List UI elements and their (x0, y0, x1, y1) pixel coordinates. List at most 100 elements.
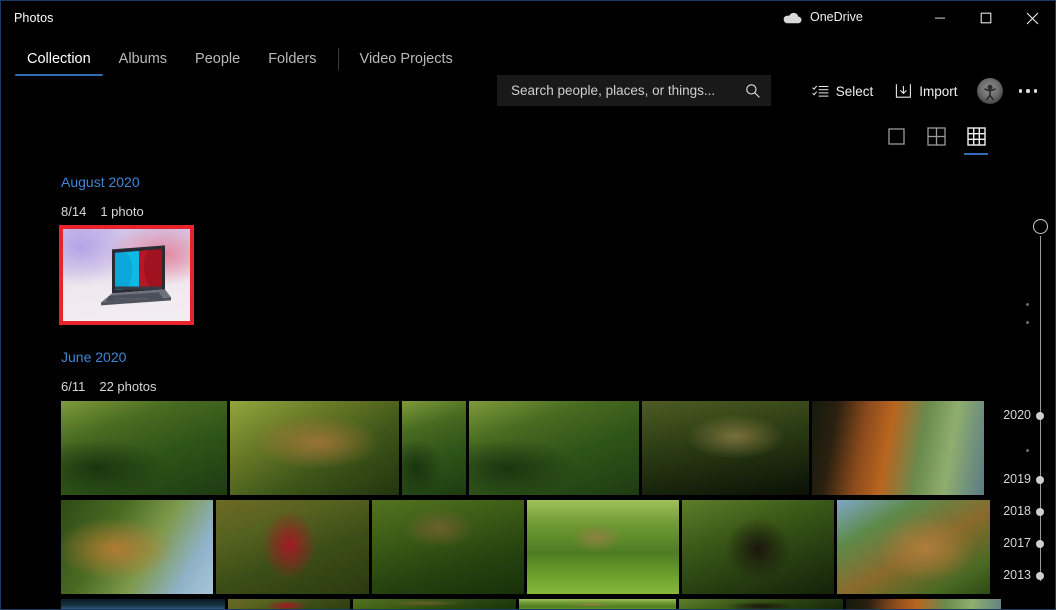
onedrive-status[interactable]: OneDrive (783, 10, 863, 24)
group-count: 1 photo (100, 204, 144, 219)
laptop-photo (63, 229, 190, 321)
import-label: Import (919, 83, 958, 99)
cloud-icon (783, 11, 802, 24)
nav-tabs: Collection Albums People Folders Video P… (13, 37, 467, 81)
photo-row (61, 500, 990, 594)
search-box[interactable] (497, 75, 771, 106)
photo-thumbnail[interactable] (61, 401, 227, 495)
group-header-august-2020[interactable]: August 2020 (61, 174, 140, 190)
onedrive-label: OneDrive (810, 10, 863, 24)
photo-thumbnail[interactable] (642, 401, 809, 495)
import-button[interactable]: Import (884, 75, 968, 107)
treehouse-cabin-4 (469, 401, 639, 495)
timeline-minor-tick (1026, 321, 1029, 324)
tab-albums-label: Albums (118, 51, 168, 67)
treehouse-hut-5 (642, 401, 809, 495)
group-header-june-2020[interactable]: June 2020 (61, 349, 126, 365)
photo-thumbnail[interactable] (812, 401, 984, 495)
app-title: Photos (14, 11, 54, 25)
timeline-year-label[interactable]: 2017 (1003, 536, 1031, 550)
timeline-marker-dot[interactable] (1036, 572, 1045, 580)
nine-square-grid-icon (966, 126, 986, 146)
photo-thumbnail[interactable] (216, 500, 369, 594)
group-date: 8/14 (61, 204, 87, 219)
import-tray-icon (895, 83, 912, 99)
group-count: 22 photos (99, 379, 157, 394)
tab-video-projects[interactable]: Video Projects (346, 37, 467, 81)
close-button[interactable] (1009, 1, 1055, 35)
title-bar: Photos OneDrive (1, 1, 1055, 37)
group-date: 6/11 (61, 379, 86, 394)
avatar[interactable] (976, 78, 1003, 104)
search-icon[interactable] (745, 83, 761, 99)
command-bar-actions: Select Import (801, 75, 1049, 107)
medium-view-button[interactable] (923, 123, 949, 149)
photo-thumbnail[interactable] (682, 500, 834, 594)
treehouse-partial-17 (679, 599, 843, 609)
timeline-year-label[interactable]: 2013 (1003, 568, 1031, 582)
select-list-icon (811, 84, 829, 99)
photo-thumbnail[interactable] (679, 599, 843, 609)
timeline-marker-dot[interactable] (1036, 412, 1045, 420)
tab-folders[interactable]: Folders (254, 37, 330, 81)
view-size-toggles (883, 123, 989, 155)
tab-people-label: People (195, 51, 241, 67)
maximize-button[interactable] (963, 1, 1009, 35)
timeline-marker-dot[interactable] (1036, 540, 1045, 548)
treehouse-cabin-3 (402, 401, 466, 495)
treehouse-cabin-1 (61, 401, 227, 495)
select-button[interactable]: Select (801, 75, 885, 107)
photo-thumbnail[interactable] (519, 599, 676, 609)
tab-albums[interactable]: Albums (105, 37, 181, 81)
timeline-scrubber[interactable]: 2020 2019 2018 2017 2013 (999, 151, 1055, 609)
four-square-grid-icon (926, 126, 946, 146)
minimize-button[interactable] (917, 1, 963, 35)
timeline-year-label[interactable]: 2018 (1003, 504, 1031, 518)
photo-thumbnail[interactable] (230, 401, 399, 495)
photo-thumbnail[interactable] (372, 500, 524, 594)
photo-thumbnail[interactable] (353, 599, 516, 609)
timeline-marker-dot[interactable] (1036, 508, 1045, 516)
timeline-minor-tick (1026, 449, 1029, 452)
timeline-marker-dot[interactable] (1036, 476, 1045, 484)
ellipsis-dot (1033, 89, 1037, 93)
laptop-image (100, 245, 171, 306)
photo-thumbnail[interactable] (846, 599, 1001, 609)
photo-thumbnail[interactable] (527, 500, 679, 594)
more-options-button[interactable] (1011, 75, 1050, 107)
timeline-year-label[interactable]: 2020 (1003, 408, 1031, 422)
timeline-minor-tick (1026, 303, 1029, 306)
tab-collection-label: Collection (27, 51, 91, 67)
timeline-year-label[interactable]: 2019 (1003, 472, 1031, 486)
photo-collection-area: August 2020 8/14 1 photo June 2020 6/11 … (1, 151, 1001, 609)
small-view-button[interactable] (963, 123, 989, 155)
photo-thumbnail[interactable] (61, 599, 225, 609)
treehouse-partial-13 (61, 599, 225, 609)
photo-row (61, 401, 984, 495)
treehouse-pod-12 (837, 500, 990, 594)
treehouse-partial-16 (519, 599, 676, 609)
timeline-handle[interactable] (1033, 219, 1048, 234)
tab-people[interactable]: People (181, 37, 254, 81)
photo-thumbnail[interactable] (469, 401, 639, 495)
photos-app-window: Photos OneDrive Collection Albums People… (0, 0, 1056, 610)
tab-video-projects-label: Video Projects (359, 51, 453, 67)
treehouse-deck-6 (812, 401, 984, 495)
treehouse-balcony-2 (230, 401, 399, 495)
photo-thumbnail[interactable] (228, 599, 350, 609)
ellipsis-dot (1018, 89, 1022, 93)
treehouse-redvine-8 (216, 500, 369, 594)
photo-thumbnail[interactable] (837, 500, 990, 594)
photo-thumbnail-selected[interactable] (59, 225, 194, 325)
command-bar: Collection Albums People Folders Video P… (1, 37, 1055, 106)
large-view-button[interactable] (883, 123, 909, 149)
window-controls (917, 1, 1055, 35)
timeline-track[interactable] (1040, 236, 1042, 581)
tab-collection[interactable]: Collection (13, 37, 105, 81)
nav-divider (337, 48, 339, 70)
treehouse-partial-18 (846, 599, 1001, 609)
treehouse-partial-14 (228, 599, 350, 609)
photo-thumbnail[interactable] (61, 500, 213, 594)
search-input[interactable] (509, 82, 745, 99)
photo-thumbnail[interactable] (402, 401, 466, 495)
